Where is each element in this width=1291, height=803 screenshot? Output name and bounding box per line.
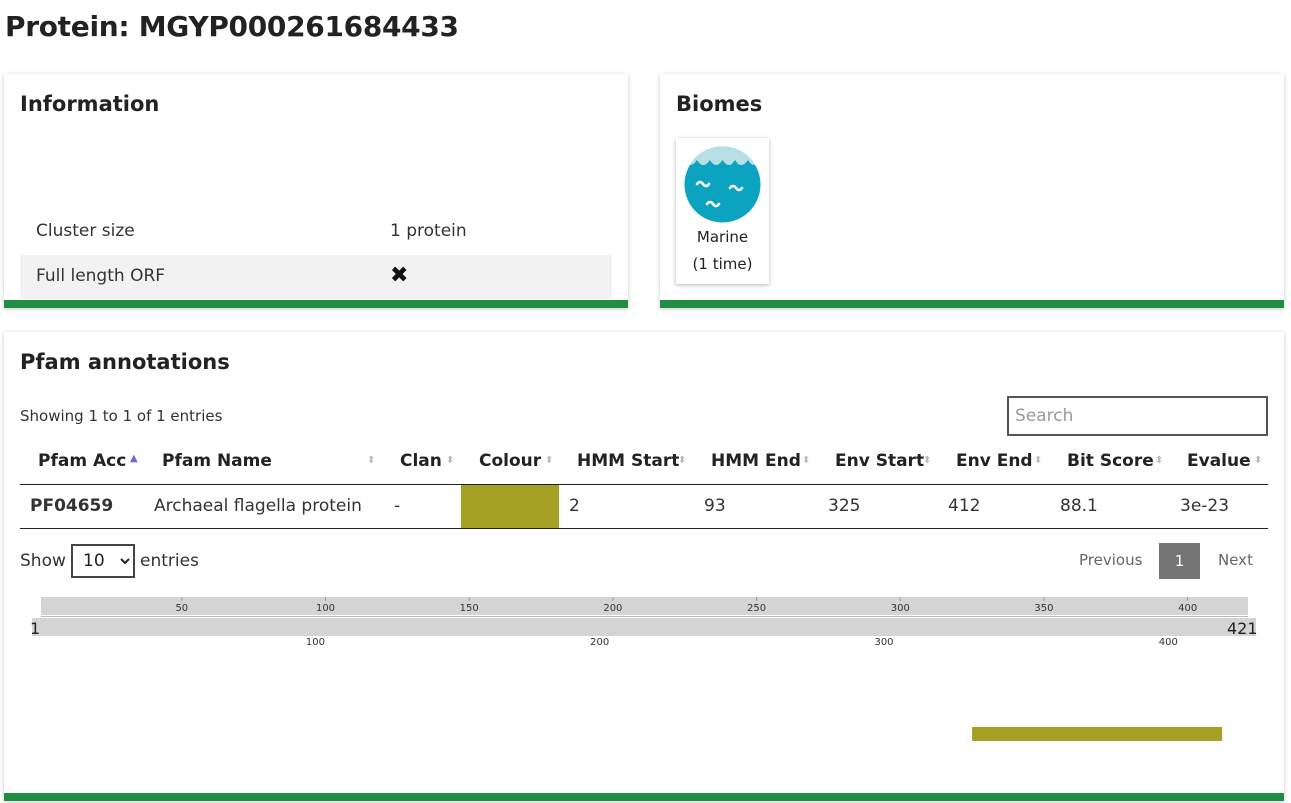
- ruler-tick-label: 100: [306, 637, 325, 648]
- ruler-tick-label: 50: [175, 603, 188, 614]
- full-length-orf-row: Full length ORF ✖: [20, 255, 612, 299]
- marine-waves-icon: [684, 146, 761, 223]
- full-length-orf-label: Full length ORF: [36, 266, 166, 286]
- pfam-domain-feature[interactable]: [972, 727, 1223, 741]
- ruler-tick-label: 100: [316, 603, 335, 614]
- information-card: Information Cluster size 1 protein Full …: [4, 74, 628, 308]
- ruler-tick-label: 300: [874, 637, 893, 648]
- pfam-annotations-card: Pfam annotations Showing 1 to 1 of 1 ent…: [4, 332, 1284, 801]
- ruler-tick-label: 300: [891, 603, 910, 614]
- biome-name: Marine: [696, 228, 749, 246]
- ruler-tick-label: 250: [747, 603, 766, 614]
- ruler-tick-label: 400: [1159, 637, 1178, 648]
- ruler-tick-label: 200: [590, 637, 609, 648]
- sequence-end-label: 421: [1227, 619, 1258, 638]
- ruler-top-track: [41, 597, 1248, 615]
- ruler-tick-label: 150: [460, 603, 479, 614]
- page-title: Protein: MGYP000261684433: [5, 10, 459, 43]
- sequence-start-label: 1: [30, 619, 40, 638]
- cluster-size-value: 1 protein: [390, 221, 467, 241]
- information-title: Information: [20, 92, 160, 116]
- biome-count: (1 time): [692, 255, 753, 273]
- ruler-tick-label: 400: [1178, 603, 1197, 614]
- biomes-card: Biomes Marine (1 time): [660, 74, 1284, 308]
- ruler-tick-label: 200: [603, 603, 622, 614]
- biome-tile-marine[interactable]: Marine (1 time): [676, 138, 769, 284]
- cluster-size-row: Cluster size 1 protein: [20, 210, 612, 254]
- ruler-bottom-track: [32, 618, 1256, 636]
- ruler-tick-label: 350: [1034, 603, 1053, 614]
- protein-feature-viewer[interactable]: 50 100 150 200 250 300 350 400 100 200 300 400 1 4…: [4, 332, 1284, 801]
- cross-icon: ✖: [390, 263, 409, 288]
- cluster-size-label: Cluster size: [36, 221, 135, 241]
- biomes-title: Biomes: [676, 92, 763, 116]
